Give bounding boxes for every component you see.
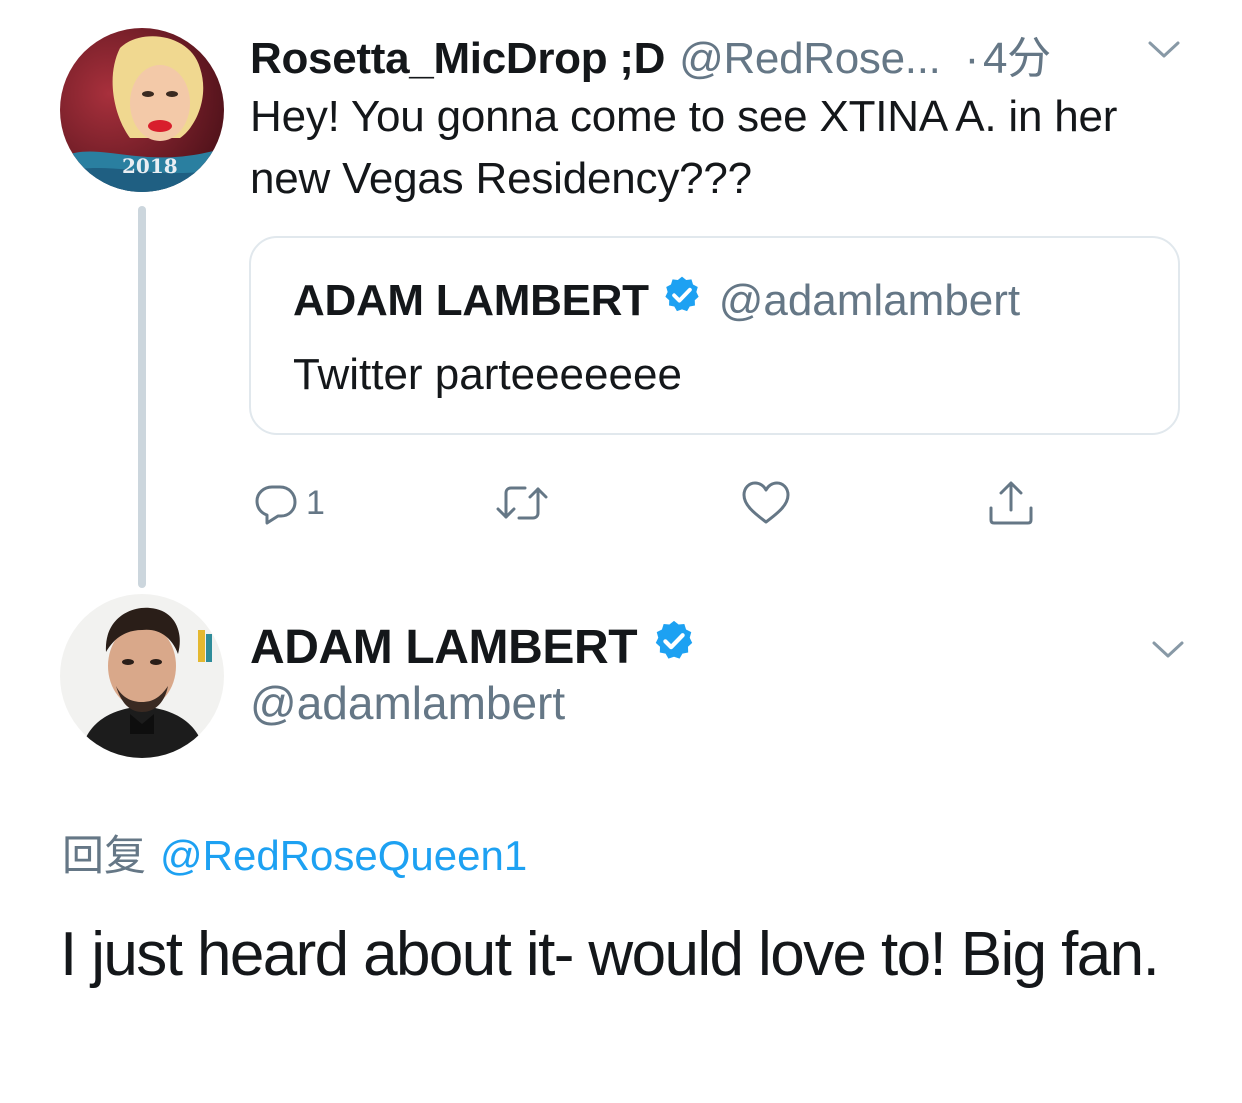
quoted-handle: @adamlambert — [718, 275, 1021, 325]
retweet-icon — [496, 486, 548, 520]
tweet2-name-row: ADAM LAMBERT — [250, 618, 697, 676]
chevron-down-icon[interactable] — [1150, 638, 1186, 662]
tweet1-handle[interactable]: @RedRose... — [679, 34, 941, 83]
tweet2-handle[interactable]: @adamlambert — [250, 676, 565, 730]
share-button[interactable] — [986, 478, 1036, 528]
tweet1-display-name[interactable]: Rosetta_MicDrop ;D — [250, 34, 665, 83]
retweet-button[interactable] — [494, 478, 550, 528]
tweet2-text: I just heard about it- would love to! Bi… — [60, 920, 1160, 989]
avatar-badge-year: 2018 — [122, 154, 178, 178]
tweet1-avatar[interactable]: 2018 — [60, 28, 224, 192]
like-icon — [742, 481, 790, 524]
replying-to: 回复 @RedRoseQueen1 — [62, 822, 527, 883]
reply-button[interactable]: 1 — [252, 478, 325, 528]
reply-count: 1 — [306, 483, 325, 522]
verified-badge-icon — [661, 274, 703, 327]
tweet1-dot: · — [964, 34, 980, 83]
tweet1-text: Hey! You gonna come to see XTINA A. in h… — [250, 92, 1118, 203]
chevron-down-icon[interactable] — [1146, 38, 1182, 62]
quoted-tweet-card[interactable]: ADAM LAMBERT @adamlambert Twitter partee… — [249, 236, 1180, 435]
thread-connector-line — [138, 206, 146, 588]
share-icon — [989, 481, 1033, 525]
tweet2-display-name[interactable]: ADAM LAMBERT — [250, 620, 638, 675]
tweet2-avatar[interactable] — [60, 594, 224, 758]
quoted-text: Twitter parteeeeeee — [293, 350, 682, 399]
reply-label: 回复 — [62, 832, 147, 879]
quoted-display-name: ADAM LAMBERT — [293, 275, 649, 325]
tweet1-time[interactable]: 4分 — [983, 34, 1051, 83]
reply-icon — [255, 485, 297, 525]
tweet1-header: Rosetta_MicDrop ;D @RedRose... ·4分 — [250, 22, 1051, 86]
like-button[interactable] — [740, 478, 792, 528]
reply-mention-link[interactable]: @RedRoseQueen1 — [160, 832, 527, 879]
verified-badge-icon — [651, 618, 697, 676]
quoted-tweet-header: ADAM LAMBERT @adamlambert — [293, 274, 1020, 327]
